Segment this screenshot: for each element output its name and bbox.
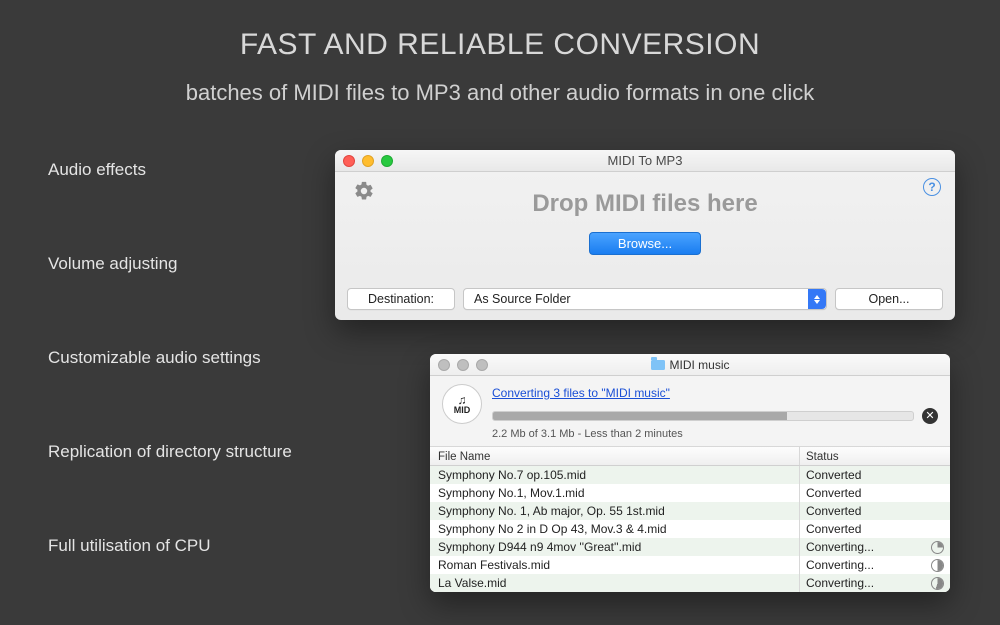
destination-value: As Source Folder [474,292,571,306]
progress-bar [492,411,914,421]
minimize-icon[interactable] [457,359,469,371]
cell-filename: Symphony No.1, Mov.1.mid [430,484,800,502]
table-row[interactable]: Symphony No. 1, Ab major, Op. 55 1st.mid… [430,502,950,520]
progress-pie-icon [931,541,944,554]
feature-item: Volume adjusting [48,254,292,274]
maximize-icon[interactable] [381,155,393,167]
browse-button[interactable]: Browse... [589,232,701,255]
window-titlebar[interactable]: MIDI music [430,354,950,376]
feature-item: Customizable audio settings [48,348,292,368]
progress-pie-icon [931,577,944,590]
table-row[interactable]: Symphony No.1, Mov.1.midConverted [430,484,950,502]
converter-window: MIDI To MP3 ? Drop MIDI files here Brows… [335,150,955,320]
open-button[interactable]: Open... [835,288,943,310]
destination-label-button[interactable]: Destination: [347,288,455,310]
progress-bar-fill [493,412,787,420]
cell-status: Converted [800,502,950,520]
gear-icon[interactable] [353,180,375,207]
maximize-icon[interactable] [476,359,488,371]
cell-filename: Roman Festivals.mid [430,556,800,574]
progress-status: 2.2 Mb of 3.1 Mb - Less than 2 minutes [492,428,938,440]
window-title: MIDI To MP3 [608,153,683,168]
progress-window: MIDI music ♫ MID Converting 3 files to "… [430,354,950,592]
feature-list: Audio effects Volume adjusting Customiza… [48,160,292,556]
minimize-icon[interactable] [362,155,374,167]
headline: FAST AND RELIABLE CONVERSION [0,0,1000,62]
cell-status: Converted [800,466,950,484]
traffic-lights [343,155,393,167]
drop-zone-label: Drop MIDI files here [335,172,955,218]
cell-filename: La Valse.mid [430,574,800,592]
cell-filename: Symphony No. 1, Ab major, Op. 55 1st.mid [430,502,800,520]
column-status[interactable]: Status [800,447,950,465]
window-titlebar[interactable]: MIDI To MP3 [335,150,955,172]
close-icon[interactable] [438,359,450,371]
column-filename[interactable]: File Name [430,447,800,465]
subhead: batches of MIDI files to MP3 and other a… [0,62,1000,106]
cell-status: Converting... [800,556,950,574]
table-row[interactable]: Symphony No.7 op.105.midConverted [430,466,950,484]
folder-icon [651,360,665,370]
table-row[interactable]: Symphony No 2 in D Op 43, Mov.3 & 4.midC… [430,520,950,538]
cell-status: Converted [800,484,950,502]
table-body: Symphony No.7 op.105.midConvertedSymphon… [430,466,950,592]
close-icon[interactable] [343,155,355,167]
table-header: File Name Status [430,446,950,466]
cell-status: Converted [800,520,950,538]
chevron-updown-icon [808,289,826,309]
progress-pie-icon [931,559,944,572]
window-title: MIDI music [670,354,730,376]
feature-item: Replication of directory structure [48,442,292,462]
table-row[interactable]: Roman Festivals.midConverting... [430,556,950,574]
cell-filename: Symphony No.7 op.105.mid [430,466,800,484]
traffic-lights [438,359,488,371]
destination-select[interactable]: As Source Folder [463,288,827,310]
table-row[interactable]: La Valse.midConverting... [430,574,950,592]
table-row[interactable]: Symphony D944 n9 4mov ''Great''.midConve… [430,538,950,556]
cell-status: Converting... [800,538,950,556]
midi-badge-icon: ♫ MID [442,384,482,424]
cancel-icon[interactable]: ✕ [922,408,938,424]
feature-item: Audio effects [48,160,292,180]
cell-status: Converting... [800,574,950,592]
feature-item: Full utilisation of CPU [48,536,292,556]
conversion-link[interactable]: Converting 3 files to "MIDI music" [492,386,670,400]
cell-filename: Symphony No 2 in D Op 43, Mov.3 & 4.mid [430,520,800,538]
help-icon[interactable]: ? [923,178,941,196]
cell-filename: Symphony D944 n9 4mov ''Great''.mid [430,538,800,556]
